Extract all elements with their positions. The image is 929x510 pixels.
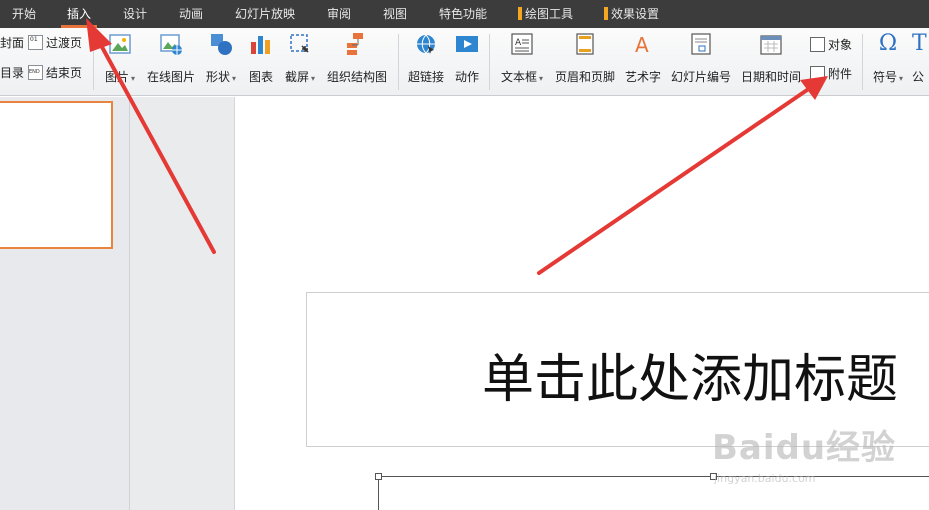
- hyperlink-globe-icon: [414, 32, 438, 56]
- shape-icon: [209, 32, 233, 56]
- menu-drawing-tools[interactable]: 绘图工具: [518, 0, 573, 28]
- bar-chart-icon: [249, 32, 273, 56]
- attachment-icon: [810, 66, 825, 81]
- picture-icon: [108, 32, 132, 56]
- online-picture-button[interactable]: 在线图片: [145, 32, 197, 90]
- transition-page-label: 过渡页: [46, 36, 83, 50]
- transition-page-button[interactable]: 01 过渡页: [28, 34, 82, 51]
- object-label: 对象: [828, 38, 853, 52]
- symbol-button[interactable]: Ω 符号 ▾: [868, 32, 908, 90]
- datetime-button[interactable]: 日期和时间: [739, 32, 803, 90]
- action-button[interactable]: 动作: [452, 32, 482, 90]
- org-chart-button[interactable]: 组织结构图: [326, 32, 388, 90]
- textbox-icon: A: [510, 32, 534, 56]
- watermark-sub-text: jingyan.baidu.com: [714, 472, 816, 485]
- picture-button[interactable]: 图片 ▾: [100, 32, 140, 90]
- header-footer-label: 页眉和页脚: [554, 70, 615, 84]
- menu-special-features[interactable]: 特色功能: [439, 0, 487, 28]
- drawing-tools-label: 绘图工具: [525, 7, 574, 21]
- effect-settings-label: 效果设置: [611, 7, 660, 21]
- end-page-button[interactable]: END 结束页: [28, 64, 82, 81]
- formula-label: 公: [912, 70, 925, 84]
- menu-animation[interactable]: 动画: [179, 0, 203, 28]
- org-chart-label: 组织结构图: [326, 70, 387, 84]
- ribbon-divider: [862, 34, 863, 90]
- action-label: 动作: [454, 70, 479, 84]
- slide-number-label: 幻灯片编号: [670, 70, 731, 84]
- attachment-button[interactable]: 附件: [810, 65, 852, 82]
- slide-thumbnail[interactable]: [0, 101, 113, 249]
- cover-button[interactable]: 封面: [0, 34, 24, 51]
- textbox-button[interactable]: A 文本框 ▾: [497, 32, 547, 90]
- chevron-down-icon[interactable]: ▾: [899, 74, 903, 83]
- svg-text:A: A: [515, 38, 522, 48]
- chevron-down-icon[interactable]: ▾: [131, 74, 135, 83]
- org-chart-icon: [345, 32, 369, 56]
- ribbon-divider: [398, 34, 399, 90]
- watermark-main-text: Baidu经验: [712, 428, 897, 468]
- chevron-down-icon[interactable]: ▾: [232, 74, 236, 83]
- slide-thumbnail-pane: [0, 97, 130, 510]
- menu-bar: 开始 插入 设计 动画 幻灯片放映 审阅 视图 特色功能 绘图工具 效果设置: [0, 0, 929, 28]
- workspace-margin: [130, 97, 235, 510]
- wordart-button[interactable]: A 艺术字: [623, 32, 663, 90]
- toc-button[interactable]: 目录: [0, 64, 24, 81]
- transition-page-icon: 01: [28, 35, 43, 50]
- menu-slideshow[interactable]: 幻灯片放映: [235, 0, 295, 28]
- screenshot-icon: [288, 32, 312, 56]
- resize-handle[interactable]: [375, 473, 382, 480]
- object-icon: [810, 37, 825, 52]
- symbol-label: 符号: [872, 70, 897, 84]
- menu-effect-settings[interactable]: 效果设置: [604, 0, 659, 28]
- online-picture-icon: [159, 32, 183, 56]
- header-footer-button[interactable]: 页眉和页脚: [553, 32, 617, 90]
- ribbon-insert: 封面 目录 01 过渡页 END 结束页 图片 ▾ 在线图片 形状 ▾ 图表 截屏 ▾: [0, 28, 929, 96]
- action-play-icon: [455, 32, 479, 56]
- shape-button[interactable]: 形状 ▾: [202, 32, 240, 90]
- screenshot-button[interactable]: 截屏 ▾: [280, 32, 320, 90]
- object-button[interactable]: 对象: [810, 36, 852, 53]
- ribbon-divider: [489, 34, 490, 90]
- wordart-icon: A: [631, 32, 655, 57]
- baidu-jingyan-watermark: Baidu经验 jingyan.baidu.com: [712, 420, 912, 490]
- attachment-label: 附件: [828, 67, 853, 81]
- hyperlink-button[interactable]: 超链接: [406, 32, 446, 90]
- shape-label: 形状: [205, 70, 230, 84]
- slide-number-button[interactable]: 幻灯片编号: [669, 32, 733, 90]
- end-page-label: 结束页: [46, 66, 83, 80]
- menu-view[interactable]: 视图: [383, 0, 407, 28]
- textbox-label: 文本框: [500, 70, 537, 84]
- picture-label: 图片: [104, 70, 129, 84]
- tool-tab-marker-icon: [518, 7, 522, 20]
- calendar-icon: [759, 32, 783, 56]
- ribbon-divider: [93, 34, 94, 90]
- menu-design[interactable]: 设计: [123, 0, 147, 28]
- menu-review[interactable]: 审阅: [327, 0, 351, 28]
- chart-button[interactable]: 图表: [246, 32, 276, 90]
- formula-button[interactable]: T 公: [912, 32, 929, 90]
- hyperlink-label: 超链接: [407, 70, 444, 84]
- header-footer-icon: [573, 32, 597, 56]
- end-page-icon: END: [28, 65, 43, 80]
- formula-icon: T: [912, 32, 927, 56]
- menu-insert[interactable]: 插入: [60, 0, 98, 28]
- title-placeholder-text[interactable]: 单击此处添加标题: [482, 337, 898, 412]
- tool-tab-marker-icon: [604, 7, 608, 20]
- chart-label: 图表: [248, 70, 273, 84]
- chevron-down-icon[interactable]: ▾: [311, 74, 315, 83]
- menu-start[interactable]: 开始: [12, 0, 36, 28]
- omega-symbol-icon: Ω: [878, 31, 898, 56]
- online-picture-label: 在线图片: [146, 70, 195, 84]
- screenshot-label: 截屏: [284, 70, 309, 84]
- wordart-label: 艺术字: [624, 70, 661, 84]
- chevron-down-icon[interactable]: ▾: [539, 74, 543, 83]
- slide-number-icon: [689, 32, 713, 56]
- datetime-label: 日期和时间: [740, 70, 801, 84]
- svg-text:A: A: [635, 33, 649, 56]
